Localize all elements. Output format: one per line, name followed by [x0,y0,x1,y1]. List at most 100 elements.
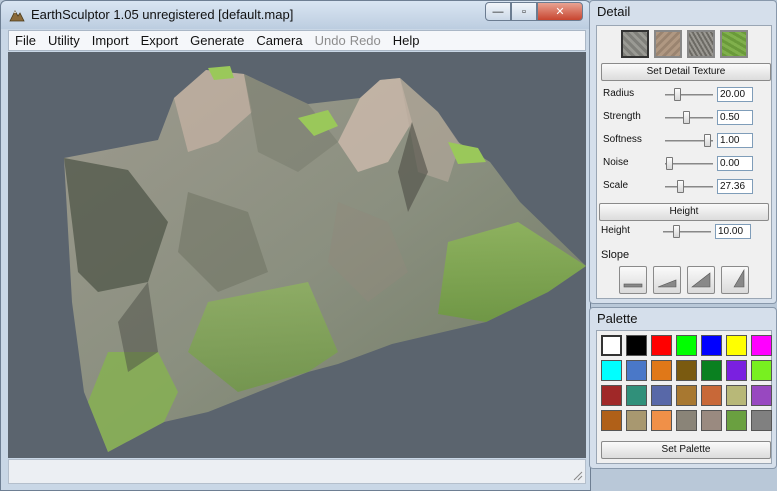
slope-steep-button[interactable] [721,266,749,294]
slope-button-row [619,266,749,294]
terrain-render [64,66,586,452]
height-section: Height Height 10.00 Slope [595,202,771,298]
window-title: EarthSculptor 1.05 unregistered [default… [31,7,294,22]
palette-swatch[interactable] [701,410,722,431]
scale-row: Scale 27.36 [603,178,769,196]
menu-generate[interactable]: Generate [184,31,250,50]
softness-row: Softness 1.00 [603,132,769,150]
menu-import[interactable]: Import [86,31,135,50]
menu-camera[interactable]: Camera [250,31,308,50]
softness-slider-thumb[interactable] [703,134,711,147]
height-value[interactable]: 10.00 [715,224,751,239]
palette-swatch[interactable] [676,360,697,381]
palette-swatch[interactable] [626,385,647,406]
menu-help[interactable]: Help [387,31,426,50]
status-bar [8,459,586,484]
set-detail-texture-button[interactable]: Set Detail Texture [601,63,771,81]
palette-swatch[interactable] [626,410,647,431]
strength-row: Strength 0.50 [603,109,769,127]
palette-swatch[interactable] [651,360,672,381]
palette-swatch-grid [601,335,772,431]
menu-undo[interactable]: Undo [309,31,348,50]
scale-value[interactable]: 27.36 [717,179,753,194]
palette-swatch[interactable] [751,360,772,381]
palette-swatch[interactable] [726,335,747,356]
menu-export[interactable]: Export [135,31,185,50]
height-slider-thumb[interactable] [673,225,681,238]
restore-icon: ▫ [522,5,526,18]
palette-swatch[interactable] [751,385,772,406]
palette-panel: Palette Set Palette [589,307,777,469]
palette-swatch[interactable] [651,385,672,406]
radius-slider[interactable] [665,94,713,96]
noise-value[interactable]: 0.00 [717,156,753,171]
window-controls: — ▫ ✕ [485,2,583,21]
palette-panel-title: Palette [597,311,638,326]
main-window: EarthSculptor 1.05 unregistered [default… [0,0,591,491]
menu-redo[interactable]: Redo [348,31,387,50]
slope-medium-button[interactable] [687,266,715,294]
palette-panel-body: Set Palette [596,330,772,464]
menu-utility[interactable]: Utility [42,31,86,50]
close-button[interactable]: ✕ [537,2,583,21]
scale-slider[interactable] [665,186,713,188]
close-icon: ✕ [555,6,565,18]
palette-swatch[interactable] [676,385,697,406]
gravel-texture-icon[interactable] [687,30,715,58]
scale-slider-thumb[interactable] [677,180,685,193]
scale-label: Scale [603,180,629,191]
slope-low-icon [657,279,677,288]
noise-slider-thumb[interactable] [665,157,673,170]
softness-label: Softness [603,134,642,145]
palette-swatch[interactable] [651,335,672,356]
strength-label: Strength [603,111,641,122]
height-button[interactable]: Height [599,203,769,221]
slope-flat-button[interactable] [619,266,647,294]
palette-swatch[interactable] [601,360,622,381]
noise-row: Noise 0.00 [603,155,769,173]
resize-grip-icon[interactable] [571,469,583,481]
palette-swatch[interactable] [676,335,697,356]
restore-button[interactable]: ▫ [511,2,537,21]
palette-swatch[interactable] [601,335,622,356]
set-palette-button[interactable]: Set Palette [601,441,771,459]
grass-texture-icon[interactable] [720,30,748,58]
detail-panel-title: Detail [597,4,631,19]
palette-swatch[interactable] [601,385,622,406]
palette-swatch[interactable] [726,385,747,406]
strength-value[interactable]: 0.50 [717,110,753,125]
softness-value[interactable]: 1.00 [717,133,753,148]
slope-medium-icon [691,272,711,288]
noise-label: Noise [603,157,629,168]
palette-swatch[interactable] [726,360,747,381]
palette-swatch[interactable] [676,410,697,431]
palette-swatch[interactable] [626,335,647,356]
radius-slider-thumb[interactable] [674,88,682,101]
palette-swatch[interactable] [701,335,722,356]
minimize-icon: — [492,5,504,18]
palette-swatch[interactable] [726,410,747,431]
palette-swatch[interactable] [601,410,622,431]
slope-low-button[interactable] [653,266,681,294]
minimize-button[interactable]: — [485,2,511,21]
radius-row: Radius 20.00 [603,86,769,104]
radius-value[interactable]: 20.00 [717,87,753,102]
dirt-texture-icon[interactable] [654,30,682,58]
menu-file[interactable]: File [9,31,42,50]
palette-swatch[interactable] [751,335,772,356]
palette-swatch[interactable] [701,385,722,406]
palette-swatch[interactable] [626,360,647,381]
app-icon [9,10,25,22]
slope-steep-icon [733,268,745,288]
radius-label: Radius [603,88,635,99]
terrain-viewport[interactable] [8,52,586,458]
height-label: Height [601,225,630,236]
palette-swatch[interactable] [651,410,672,431]
titlebar[interactable]: EarthSculptor 1.05 unregistered [default… [1,1,590,29]
rock-texture-icon[interactable] [621,30,649,58]
menubar: File Utility Import Export Generate Came… [8,30,586,51]
palette-swatch[interactable] [701,360,722,381]
palette-swatch[interactable] [751,410,772,431]
strength-slider-thumb[interactable] [683,111,691,124]
height-slider[interactable] [663,231,711,233]
